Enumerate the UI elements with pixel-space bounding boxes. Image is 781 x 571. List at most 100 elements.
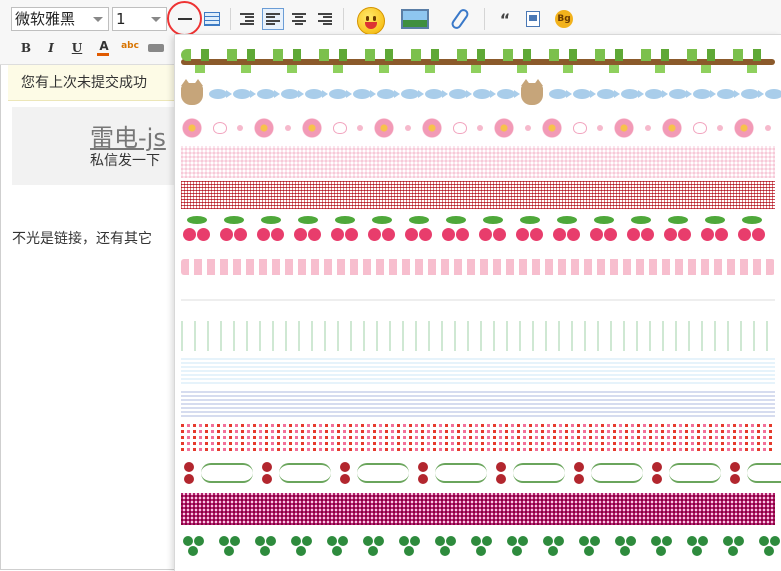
clover-icon <box>505 534 531 558</box>
clear-format-button[interactable] <box>145 37 167 59</box>
fish-icon <box>233 89 256 99</box>
attachment-button[interactable] <box>447 6 473 32</box>
cat-icon <box>521 79 543 105</box>
underline-icon: U <box>71 41 83 55</box>
fish-icon <box>257 89 280 99</box>
chevron-down-icon <box>151 17 161 22</box>
fish-icon <box>473 89 496 99</box>
indent-button[interactable] <box>236 8 258 30</box>
italic-button[interactable]: I <box>40 37 62 59</box>
cherry-icon <box>440 216 472 244</box>
spellcheck-button[interactable]: abc <box>119 35 141 57</box>
cherry-icon <box>218 216 250 244</box>
heart-icon <box>453 122 467 134</box>
insert-document-button[interactable] <box>522 8 544 30</box>
emoji-button[interactable] <box>356 6 386 36</box>
heart-icon <box>213 122 227 134</box>
divider-option-red-flowers[interactable] <box>181 424 775 454</box>
vine-icon <box>201 463 253 483</box>
divider-option-roses[interactable] <box>181 456 781 490</box>
align-right-button[interactable] <box>314 8 336 30</box>
paperclip-icon <box>449 7 471 31</box>
divider-option-pink-check[interactable] <box>181 146 775 178</box>
divider-option-cat-fish[interactable] <box>181 79 781 107</box>
fish-icon <box>741 89 764 99</box>
divider-option-cherries[interactable] <box>181 215 775 245</box>
divider-option-thin-line[interactable] <box>181 299 775 301</box>
rose-icon <box>259 460 275 486</box>
flower-icon <box>541 117 563 139</box>
quote-button[interactable]: “ <box>494 8 516 30</box>
heart-icon <box>333 122 347 134</box>
table-button[interactable] <box>201 8 223 30</box>
clover-icon <box>325 534 351 558</box>
fish-icon <box>621 89 644 99</box>
cherry-icon <box>477 216 509 244</box>
font-color-button[interactable]: A <box>93 35 115 57</box>
chevron-down-icon <box>93 17 103 22</box>
clover-icon <box>577 534 603 558</box>
divider-option-pink-flowers[interactable] <box>181 115 775 141</box>
cherry-icon <box>551 216 583 244</box>
cherry-icon <box>514 216 546 244</box>
flower-icon <box>733 117 755 139</box>
rose-icon <box>571 460 587 486</box>
divider-option-pink-stars[interactable] <box>181 259 775 275</box>
cherry-icon <box>181 216 213 244</box>
clover-icon <box>469 534 495 558</box>
rose-icon <box>727 460 743 486</box>
fish-icon <box>401 89 424 99</box>
divider-option-vine-leaves[interactable] <box>181 43 775 73</box>
cat-icon <box>181 79 203 105</box>
clover-icon <box>433 534 459 558</box>
table-icon <box>204 12 220 26</box>
cherry-icon <box>255 216 287 244</box>
underline-button[interactable]: U <box>66 37 88 59</box>
fish-icon <box>645 89 668 99</box>
fish-icon <box>717 89 740 99</box>
flower-icon <box>421 117 443 139</box>
flower-icon <box>253 117 275 139</box>
cherry-icon <box>329 216 361 244</box>
flower-icon <box>373 117 395 139</box>
flower-icon <box>661 117 683 139</box>
divider-option-blue-stripes[interactable] <box>181 389 775 417</box>
background-button[interactable]: Bg <box>553 8 575 30</box>
insert-image-button[interactable] <box>399 8 431 30</box>
align-center-button[interactable] <box>288 8 310 30</box>
fish-icon <box>425 89 448 99</box>
fish-icon <box>497 89 520 99</box>
cherry-icon <box>292 216 324 244</box>
font-size-select[interactable]: 1 <box>112 7 167 31</box>
vine-icon <box>435 463 487 483</box>
cherry-icon <box>699 216 731 244</box>
divider-option-light-blue-stripes[interactable] <box>181 356 775 384</box>
font-family-select[interactable]: 微软雅黑 <box>11 7 109 31</box>
rose-icon <box>181 460 197 486</box>
divider-option-green-dashes[interactable] <box>181 321 775 351</box>
fish-icon <box>597 89 620 99</box>
divider-style-dropdown <box>174 34 781 571</box>
bold-button[interactable]: B <box>15 37 37 59</box>
spellcheck-icon: abc <box>121 41 139 51</box>
vine-icon <box>513 463 565 483</box>
cherry-icon <box>588 216 620 244</box>
divider-option-magenta[interactable] <box>181 493 775 525</box>
card-title-link[interactable]: 雷电-js <box>90 118 166 153</box>
fish-icon <box>669 89 692 99</box>
cherry-icon <box>625 216 657 244</box>
dot-icon <box>357 125 363 131</box>
clover-icon <box>685 534 711 558</box>
divider-option-clovers[interactable] <box>181 530 775 562</box>
fish-icon <box>765 89 781 99</box>
vine-icon <box>669 463 721 483</box>
heart-icon <box>573 122 587 134</box>
fish-icon <box>329 89 352 99</box>
bg-icon: Bg <box>555 10 573 28</box>
clover-icon <box>181 534 207 558</box>
clover-icon <box>757 534 781 558</box>
vine-icon <box>357 463 409 483</box>
align-left-button[interactable] <box>262 8 284 30</box>
divider-option-red-grid[interactable] <box>181 181 775 209</box>
quote-icon: “ <box>499 9 511 29</box>
